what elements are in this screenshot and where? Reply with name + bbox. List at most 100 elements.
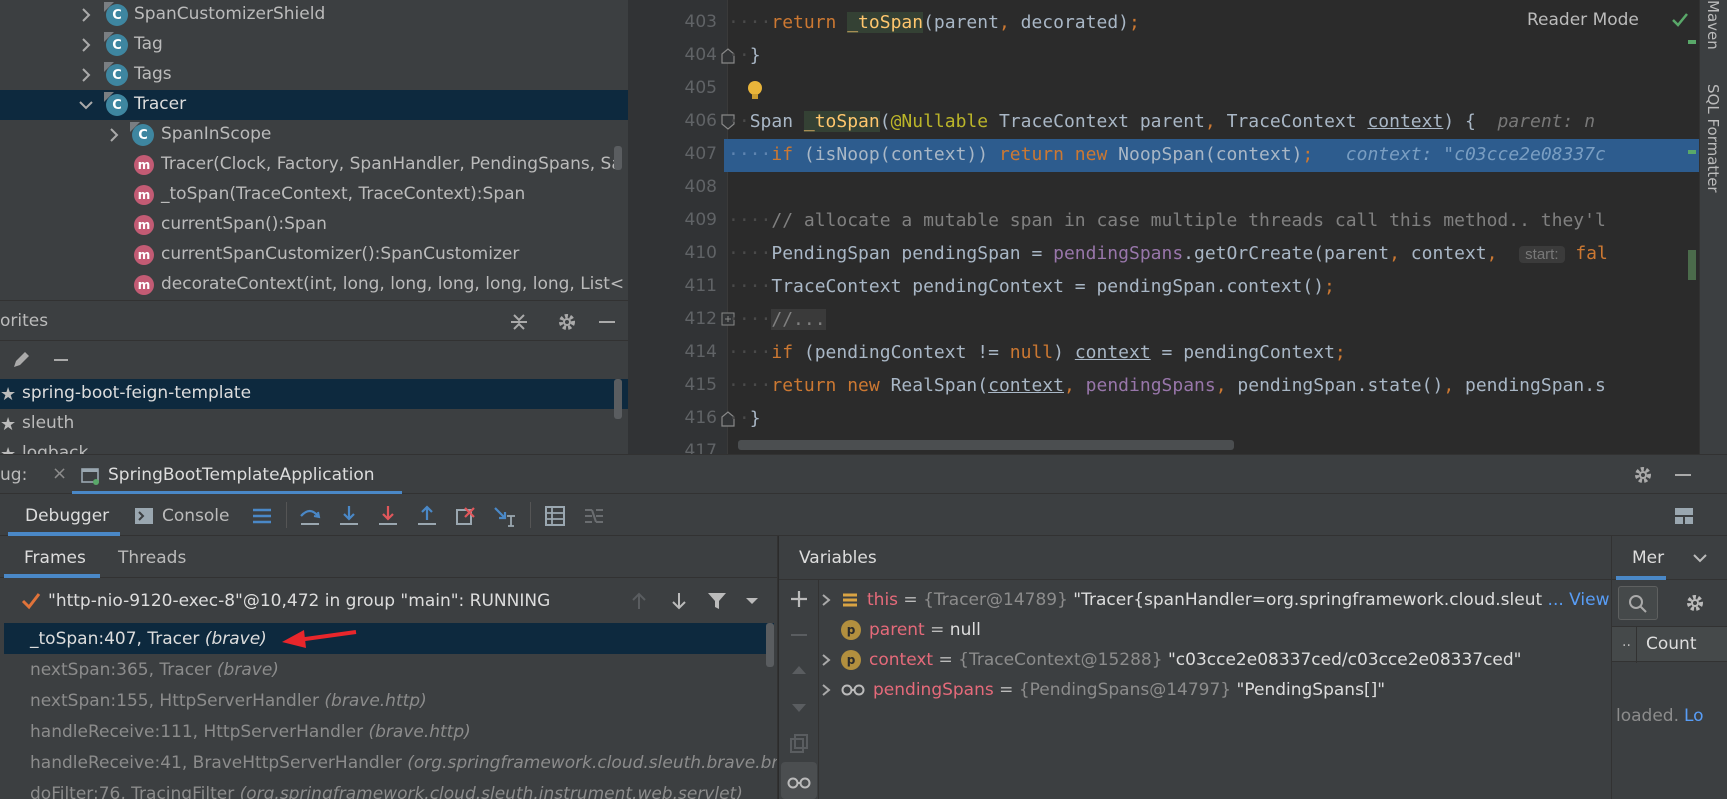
code-line-416[interactable]: ··} [728, 402, 1699, 435]
stack-frame[interactable]: doFilter:76, TracingFilter (org.springfr… [4, 778, 774, 799]
code-line-411[interactable]: ····TraceContext pendingContext = pendin… [728, 270, 1699, 303]
stack-frame[interactable]: nextSpan:155, HttpServerHandler (brave.h… [4, 685, 774, 716]
chevron-right-icon[interactable] [76, 35, 96, 55]
code-line-406[interactable]: ··Span _toSpan(@Nullable TraceContext pa… [728, 105, 1699, 138]
view-link[interactable]: ... View [1542, 590, 1610, 610]
variable-row[interactable]: p context = {TraceContext@15288} "c03cce… [819, 645, 1611, 675]
chevron-right-icon[interactable] [819, 592, 833, 608]
frame-method: handleReceive:41, BraveHttpServerHandler [30, 752, 402, 773]
force-step-into-icon[interactable] [376, 504, 400, 528]
step-over-icon[interactable] [298, 504, 322, 528]
editor-horizontal-scrollbar[interactable] [738, 440, 1234, 450]
tab-memory[interactable]: Mer [1632, 548, 1664, 568]
variable-type: {PendingSpans@14797} [1018, 680, 1232, 700]
layout-settings-icon[interactable] [1672, 504, 1696, 528]
tree-item-label: Tag [134, 34, 163, 54]
line-gutter[interactable]: 403 404 405 406 407 408 409 410 411 412 … [628, 0, 735, 454]
arrow-up-icon[interactable] [628, 590, 650, 612]
stack-frame[interactable]: handleReceive:41, BraveHttpServerHandler… [4, 747, 777, 778]
tree-item-label: decorateContext(int, long, long, long, l… [161, 274, 625, 294]
step-out-icon[interactable] [415, 504, 439, 528]
minimize-icon[interactable] [1672, 464, 1694, 486]
sql-formatter-tool-tab[interactable]: SQL Formatter [1704, 84, 1722, 193]
code-line-404[interactable]: ··} [728, 39, 1699, 72]
favorites-scrollbar[interactable] [614, 379, 622, 419]
tree-item[interactable]: C Tag [0, 30, 628, 60]
code-line-412[interactable]: ····//... [728, 303, 1699, 336]
gear-icon[interactable] [1684, 592, 1706, 614]
gear-icon[interactable] [556, 311, 578, 333]
tab-console[interactable]: Console [162, 506, 230, 526]
favorites-item[interactable]: ★ logback [0, 439, 628, 454]
reader-mode-toggle[interactable]: Reader Mode [1527, 10, 1639, 30]
favorites-item[interactable]: ★ sleuth [0, 409, 628, 439]
stack-frame[interactable]: nextSpan:365, Tracer (brave) [4, 654, 774, 685]
gear-icon[interactable] [1632, 464, 1654, 486]
favorites-item[interactable]: ★ spring-boot-feign-template [0, 379, 628, 409]
code-line-410[interactable]: ····PendingSpan pendingSpan = pendingSpa… [728, 237, 1699, 270]
chevron-down-icon[interactable] [744, 594, 760, 608]
duplicate-icon[interactable] [788, 732, 810, 754]
chevron-right-icon[interactable] [104, 125, 124, 145]
collapse-all-icon[interactable] [508, 311, 530, 333]
tree-item[interactable]: m decorateContext(int, long, long, long,… [0, 270, 628, 300]
chevron-right-icon[interactable] [76, 5, 96, 25]
line-number: 415 [684, 375, 717, 395]
tree-item[interactable]: C SpanCustomizerShield [0, 0, 628, 30]
tree-item[interactable]: m currentSpanCustomizer():SpanCustomizer [0, 240, 628, 270]
filter-icon[interactable] [706, 590, 728, 612]
chevron-down-icon[interactable] [76, 95, 96, 115]
trace-stream-icon[interactable] [582, 504, 606, 528]
watches-toggle[interactable] [781, 762, 817, 799]
tab-threads[interactable]: Threads [118, 548, 186, 568]
run-config-tab[interactable]: SpringBootTemplateApplication [108, 465, 375, 485]
maven-tool-tab[interactable]: Maven [1704, 0, 1722, 50]
arrow-down-icon[interactable] [668, 590, 690, 612]
line-number: 403 [684, 12, 717, 32]
move-down-icon[interactable] [788, 696, 810, 718]
tab-frames[interactable]: Frames [24, 548, 86, 568]
stack-frame[interactable]: _toSpan:407, Tracer (brave) [4, 623, 774, 654]
tree-scrollbar[interactable] [614, 146, 622, 170]
tree-item[interactable]: C SpanInScope [0, 120, 628, 150]
tree-item-selected[interactable]: C Tracer [0, 90, 628, 120]
minimize-icon[interactable] [596, 311, 618, 333]
chevron-right-icon[interactable] [819, 682, 833, 698]
variable-row[interactable]: this = {Tracer@14789} "Tracer{spanHandle… [819, 585, 1611, 615]
chevron-right-icon[interactable] [76, 65, 96, 85]
tree-item[interactable]: C Tags [0, 60, 628, 90]
variable-row[interactable]: p parent = null [819, 615, 1611, 645]
stack-frame[interactable]: handleReceive:111, HttpServerHandler (br… [4, 716, 774, 747]
move-up-icon[interactable] [788, 660, 810, 682]
threads-list-icon[interactable] [250, 504, 274, 528]
code-line-415[interactable]: ····return new RealSpan(context, pending… [728, 369, 1699, 402]
memory-search-input[interactable] [1618, 586, 1658, 620]
variable-row[interactable]: pendingSpans = {PendingSpans@14797} "Pen… [819, 675, 1611, 705]
remove-watch-icon[interactable] [788, 624, 810, 646]
add-watch-icon[interactable] [788, 588, 810, 610]
count-column-header[interactable]: Count [1646, 634, 1697, 654]
run-to-cursor-icon[interactable] [493, 504, 517, 528]
code-editor[interactable]: 403 404 405 406 407 408 409 410 411 412 … [628, 0, 1699, 454]
remove-icon[interactable] [50, 349, 72, 371]
pencil-icon[interactable] [10, 349, 32, 371]
chevron-down-icon[interactable] [1692, 551, 1708, 565]
tree-item[interactable]: m Tracer(Clock, Factory, SpanHandler, Pe… [0, 150, 628, 180]
load-classes-link[interactable]: Lo [1684, 706, 1704, 726]
evaluate-expression-icon[interactable] [543, 504, 567, 528]
tree-item[interactable]: m _toSpan(TraceContext, TraceContext):Sp… [0, 180, 628, 210]
frames-scrollbar[interactable] [766, 623, 774, 667]
code-line-405[interactable] [728, 72, 1699, 105]
code-line-414[interactable]: ····if (pendingContext != null) context … [728, 336, 1699, 369]
thread-selector[interactable]: "http-nio-9120-exec-8"@10,472 in group "… [48, 591, 550, 611]
tree-item-label: Tags [134, 64, 172, 84]
close-icon[interactable]: × [52, 463, 67, 484]
chevron-right-icon[interactable] [819, 652, 833, 668]
tab-debugger[interactable]: Debugger [25, 506, 109, 526]
tree-item[interactable]: m currentSpan():Span [0, 210, 628, 240]
drop-frame-icon[interactable] [454, 504, 478, 528]
frame-package: (brave.http) [368, 721, 471, 742]
lightbulb-icon[interactable] [746, 80, 764, 102]
step-into-icon[interactable] [337, 504, 361, 528]
favorites-panel: orites ★ spring-boot-feign-template ★ sl… [0, 300, 628, 454]
